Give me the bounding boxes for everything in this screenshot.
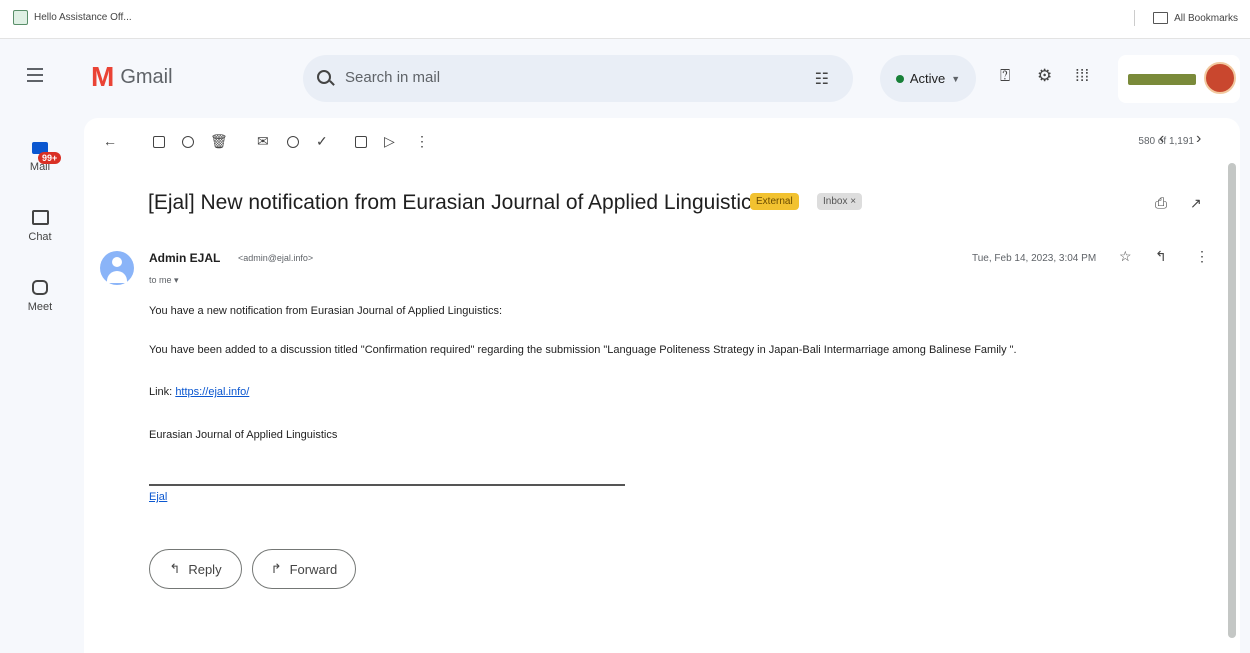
open-new-window-icon[interactable]: ↗ bbox=[1190, 195, 1202, 212]
email-date: Tue, Feb 14, 2023, 3:04 PM bbox=[972, 253, 1097, 264]
mark-unread-icon[interactable]: ✉ bbox=[257, 133, 269, 150]
forward-button[interactable]: ↱ Forward bbox=[252, 549, 356, 589]
signature-divider bbox=[149, 484, 625, 486]
reply-button[interactable]: ↰ Reply bbox=[149, 549, 242, 589]
recipient-details[interactable]: to me ▾ bbox=[149, 275, 179, 286]
body-line-1: You have a new notification from Eurasia… bbox=[149, 305, 503, 317]
archive-icon[interactable] bbox=[153, 136, 165, 148]
search-icon[interactable] bbox=[317, 70, 331, 84]
bookmarks-bar: Hello Assistance Off... All Bookmarks bbox=[0, 0, 1250, 39]
search-bar[interactable]: Search in mail ☷ bbox=[303, 55, 853, 102]
chevron-down-icon: ▼ bbox=[951, 73, 961, 84]
folder-icon bbox=[1153, 12, 1169, 24]
rail-item-mail[interactable]: 99+ Mail bbox=[0, 142, 80, 173]
journal-link[interactable]: https://ejal.info/ bbox=[175, 386, 249, 398]
reply-label: Reply bbox=[188, 561, 222, 577]
inbox-label[interactable]: Inbox × bbox=[817, 193, 863, 210]
delete-icon[interactable]: 🗑 bbox=[210, 133, 228, 150]
add-to-tasks-icon[interactable]: ✓ bbox=[316, 133, 328, 150]
organization-logo bbox=[1128, 74, 1196, 85]
report-spam-icon[interactable] bbox=[182, 136, 194, 148]
star-icon[interactable]: ☆ bbox=[1119, 248, 1132, 265]
sender-email: <admin@ejal.info> bbox=[238, 253, 314, 263]
search-options-icon[interactable]: ☷ bbox=[815, 69, 829, 89]
move-to-icon[interactable] bbox=[355, 136, 367, 148]
rail-item-chat[interactable]: Chat bbox=[0, 210, 80, 243]
newer-arrow-icon[interactable]: ‹ bbox=[1159, 130, 1164, 148]
snooze-icon[interactable] bbox=[287, 136, 299, 148]
recipient-label: to me bbox=[149, 275, 172, 285]
reply-icon: ↰ bbox=[169, 561, 181, 576]
sender-name: Admin EJAL bbox=[149, 251, 221, 265]
bookmark-label: Hello Assistance Off... bbox=[34, 12, 132, 23]
body-link-line: Link: https://ejal.info/ bbox=[149, 386, 249, 398]
older-arrow-icon[interactable]: › bbox=[1196, 130, 1201, 148]
meet-icon bbox=[32, 280, 48, 295]
forward-icon: ↱ bbox=[270, 561, 282, 576]
link-prefix: Link: bbox=[149, 386, 173, 398]
reply-arrow-icon[interactable]: ↰ bbox=[1155, 248, 1167, 265]
label-icon[interactable]: ▷ bbox=[384, 133, 395, 150]
status-label: Active bbox=[909, 71, 946, 86]
status-dot-icon bbox=[895, 74, 904, 83]
message-more-icon[interactable]: ⋮ bbox=[1195, 248, 1209, 265]
all-bookmarks-button[interactable]: All Bookmarks bbox=[1134, 10, 1238, 26]
scrollbar[interactable] bbox=[1228, 163, 1236, 638]
message-panel: ← 🗑 ✉ ✓ ▷ ⋮ 580 of 1,191 ‹ › [Ejal] New … bbox=[84, 118, 1240, 653]
more-options-icon[interactable]: ⋮ bbox=[415, 133, 429, 150]
rail-label-chat: Chat bbox=[28, 231, 52, 243]
journal-name: Eurasian Journal of Applied Linguistics bbox=[149, 429, 338, 441]
email-subject: [Ejal] New notification from Eurasian Jo… bbox=[148, 191, 762, 214]
settings-gear-icon[interactable]: ⚙ bbox=[1037, 66, 1052, 86]
chat-icon bbox=[31, 210, 49, 225]
gmail-logo[interactable]: M Gmail bbox=[91, 63, 173, 91]
gmail-m-icon: M bbox=[91, 61, 115, 92]
forward-label: Forward bbox=[289, 561, 338, 577]
rail-label-meet: Meet bbox=[27, 301, 53, 313]
search-input[interactable]: Search in mail bbox=[345, 69, 440, 86]
help-icon[interactable]: ⍰ bbox=[1000, 66, 1010, 86]
unread-badge: 99+ bbox=[38, 152, 62, 164]
bookmark-item[interactable]: Hello Assistance Off... bbox=[13, 10, 132, 25]
sender-avatar bbox=[100, 251, 134, 285]
gmail-header: M Gmail Search in mail ☷ Active ▼ ⍰ ⚙ ⁞⁞… bbox=[0, 38, 1250, 118]
bookmarks-divider bbox=[1134, 10, 1136, 26]
account-avatar[interactable] bbox=[1204, 62, 1236, 94]
signature-link[interactable]: Ejal bbox=[149, 491, 167, 503]
bookmark-favicon-icon bbox=[13, 10, 28, 25]
back-arrow-icon[interactable]: ← bbox=[103, 133, 117, 149]
message-toolbar: ← 🗑 ✉ ✓ ▷ ⋮ 580 of 1,191 ‹ › bbox=[84, 118, 1240, 166]
rail-item-meet[interactable]: Meet bbox=[0, 280, 80, 313]
all-bookmarks-label: All Bookmarks bbox=[1174, 12, 1238, 24]
external-label: External bbox=[750, 193, 799, 210]
print-icon[interactable]: ⎙ bbox=[1155, 195, 1167, 212]
account-area[interactable] bbox=[1118, 55, 1240, 103]
apps-grid-icon[interactable]: ⁞⁞⁞ bbox=[1075, 66, 1089, 86]
body-line-2: You have been added to a discussion titl… bbox=[149, 344, 1017, 356]
main-menu-icon[interactable] bbox=[27, 68, 43, 86]
app-name: Gmail bbox=[120, 65, 173, 88]
paging-count: 580 of 1,191 bbox=[1138, 136, 1194, 147]
status-dropdown[interactable]: Active ▼ bbox=[880, 55, 976, 102]
